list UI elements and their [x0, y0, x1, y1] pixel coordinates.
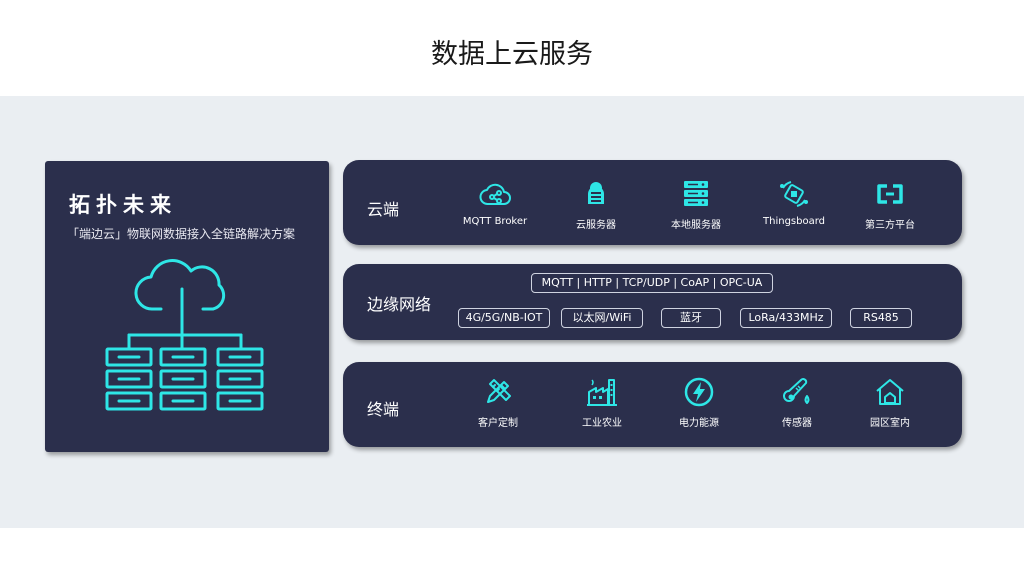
- cloud-topology-icon: [105, 259, 264, 411]
- thingsboard-icon: [780, 181, 808, 207]
- item-label: 第三方平台: [865, 220, 915, 231]
- mqtt-broker-item: MQTT Broker: [450, 178, 540, 227]
- power-energy-item: 电力能源: [654, 376, 744, 429]
- thermometer-icon: [783, 378, 810, 404]
- park-indoor-item: 园区室内: [845, 376, 935, 429]
- customize-tools-icon: [487, 379, 511, 403]
- item-label: 工业农业: [582, 418, 622, 429]
- item-label: 传感器: [782, 418, 812, 429]
- cloud-row: 云端 MQTT Broker 云服务器 本地服务器 Thingsboard 第三…: [343, 160, 962, 245]
- item-label: Thingsboard: [763, 216, 825, 227]
- server-rack-icon: [684, 181, 708, 206]
- terminal-row: 终端 客户定制 工业农业 电力能源 传感器 园区室内: [343, 362, 962, 447]
- item-label: 云服务器: [576, 220, 616, 231]
- link-platform-icon: [877, 184, 903, 204]
- network-tag: RS485: [850, 308, 912, 328]
- cloud-share-icon: [479, 183, 511, 205]
- item-label: MQTT Broker: [462, 216, 528, 227]
- protocol-tag: MQTT | HTTP | TCP/UDP | CoAP | OPC-UA: [531, 273, 773, 293]
- item-label: 园区室内: [870, 418, 910, 429]
- cloud-server-icon: [588, 182, 604, 204]
- thingsboard-item: Thingsboard: [749, 178, 839, 227]
- lightning-icon: [684, 377, 714, 407]
- network-tag: LoRa/433MHz: [740, 308, 832, 328]
- customize-item: 客户定制: [453, 376, 543, 429]
- topology-panel: 拓扑未来 「端边云」物联网数据接入全链路解决方案: [45, 161, 329, 452]
- sensor-item: 传感器: [752, 376, 842, 429]
- panel-subtitle: 「端边云」物联网数据接入全链路解决方案: [67, 227, 296, 241]
- network-tag: 蓝牙: [661, 308, 721, 328]
- panel-heading: 拓扑未来: [69, 193, 177, 217]
- terminal-row-label: 终端: [367, 400, 400, 419]
- industry-agriculture-item: 工业农业: [557, 376, 647, 429]
- edge-network-row: 边缘网络 MQTT | HTTP | TCP/UDP | CoAP | OPC-…: [343, 264, 962, 340]
- local-server-item: 本地服务器: [651, 178, 741, 231]
- network-tag: 以太网/WiFi: [561, 308, 643, 328]
- house-icon: [876, 379, 904, 405]
- edge-row-label: 边缘网络: [367, 295, 432, 314]
- network-tag: 4G/5G/NB-IOT: [458, 308, 550, 328]
- page-title: 数据上云服务: [431, 39, 593, 70]
- cloud-server-item: 云服务器: [551, 178, 641, 231]
- third-party-platform-item: 第三方平台: [845, 178, 935, 231]
- item-label: 本地服务器: [671, 220, 721, 231]
- factory-icon: [587, 379, 617, 406]
- cloud-row-label: 云端: [367, 200, 400, 219]
- item-label: 客户定制: [478, 418, 518, 429]
- item-label: 电力能源: [679, 418, 719, 429]
